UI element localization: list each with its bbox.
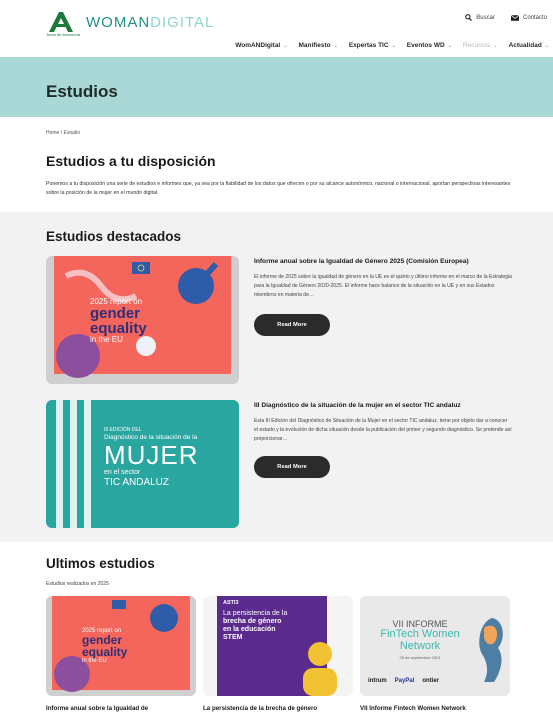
- contact-link[interactable]: Contacto: [510, 14, 547, 21]
- woman-profile-illustration: [479, 618, 503, 682]
- chevron-down-icon: ⌄: [283, 42, 288, 49]
- latest-subtitle: Estudios realizados en 2025: [46, 581, 109, 587]
- featured-card-2-text: Esta III Edición del Diagnóstico de Situ…: [254, 418, 512, 442]
- site-header: Junta de Andalucía WOMANDIGITAL Buscar C…: [0, 0, 553, 57]
- nav-item-actualidad[interactable]: Actualidad ⌄: [509, 42, 549, 49]
- sponsor-logos: intrum PayPal ontier: [368, 678, 440, 684]
- latest-card-3-image[interactable]: VII INFORME FinTech Women Network 25 de …: [360, 596, 510, 696]
- latest-card-2-image[interactable]: ASTI3 La persistencia de la brecha de gé…: [203, 596, 353, 696]
- cover-text: 2025 report on gender equality in the EU: [82, 628, 128, 664]
- latest-card-2-title[interactable]: La persistencia de la brecha de género: [203, 705, 317, 712]
- logo-subtitle: Junta de Andalucía: [46, 32, 81, 37]
- latest-card-1-title[interactable]: Informe anual sobre la Igualdad de: [46, 705, 148, 712]
- site-logo[interactable]: Junta de Andalucía WOMANDIGITAL: [46, 10, 226, 38]
- cover-text: 2025 report on gender equality in the EU: [90, 297, 147, 344]
- featured-card-1-image[interactable]: 2025 report on gender equality in the EU: [46, 256, 239, 384]
- chevron-down-icon: ⌄: [544, 42, 549, 49]
- mail-icon: [510, 14, 519, 21]
- utility-links: Buscar Contacto: [465, 14, 547, 21]
- chevron-down-icon: ⌄: [493, 42, 498, 49]
- chevron-down-icon: ⌄: [391, 42, 396, 49]
- featured-card-2-title[interactable]: III Diagnóstico de la situación de la mu…: [254, 402, 461, 409]
- featured-card-2-image[interactable]: III EDICIÓN DEL Diagnóstico de la situac…: [46, 400, 239, 528]
- read-more-button[interactable]: Read More: [254, 314, 330, 336]
- chevron-down-icon: ⌄: [333, 42, 338, 49]
- latest-title: Ultimos estudios: [46, 556, 155, 571]
- search-label: Buscar: [476, 14, 495, 21]
- person-photo-icon: [303, 642, 337, 696]
- intro-title: Estudios a tu disposición: [46, 153, 216, 169]
- chevron-down-icon: ⌄: [447, 42, 452, 49]
- contact-label: Contacto: [522, 14, 547, 21]
- nav-item-womandigital[interactable]: WomANDigital ⌄: [235, 42, 287, 49]
- nav-item-expertas-tic[interactable]: Expertas TIC ⌄: [349, 42, 396, 49]
- cover-text: VII INFORME FinTech Women Network 25 de …: [380, 619, 460, 660]
- featured-title: Estudios destacados: [46, 229, 182, 244]
- junta-andalucia-logo-icon: [49, 12, 73, 32]
- nav-item-recursos[interactable]: Recursos ⌄: [463, 42, 498, 49]
- latest-card-3-title[interactable]: VII Informe Fintech Women Network: [360, 705, 466, 712]
- cover-text: ASTI3 La persistencia de la brecha de gé…: [223, 600, 288, 642]
- featured-card-1-title[interactable]: Informe anual sobre la Igualdad de Géner…: [254, 258, 469, 265]
- nav-item-manifiesto[interactable]: Manifiesto ⌄: [298, 42, 337, 49]
- search-icon: [465, 14, 473, 21]
- intro-text: Ponemos a tu disposición una serie de es…: [46, 181, 511, 196]
- page-title: Estudios: [46, 82, 118, 101]
- cover-text: III EDICIÓN DEL Diagnóstico de la situac…: [104, 427, 199, 488]
- nav-item-eventos-wd[interactable]: Eventos WD ⌄: [407, 42, 452, 49]
- page-banner: Estudios: [0, 57, 553, 117]
- main-nav: WomANDigital ⌄ Manifiesto ⌄ Expertas TIC ⌄ …: [235, 42, 549, 49]
- featured-studies-section: Estudios destacados 2025 report on gende…: [0, 212, 553, 542]
- featured-card-1-text: El informe de 2025 sobre la igualdad de …: [254, 274, 512, 298]
- latest-card-1-image[interactable]: 2025 report on gender equality in the EU: [46, 596, 196, 696]
- breadcrumb[interactable]: Home / Estudio: [46, 130, 80, 136]
- logo-wordmark: WOMANDIGITAL: [86, 14, 215, 31]
- read-more-button[interactable]: Read More: [254, 456, 330, 478]
- search-link[interactable]: Buscar: [465, 14, 495, 21]
